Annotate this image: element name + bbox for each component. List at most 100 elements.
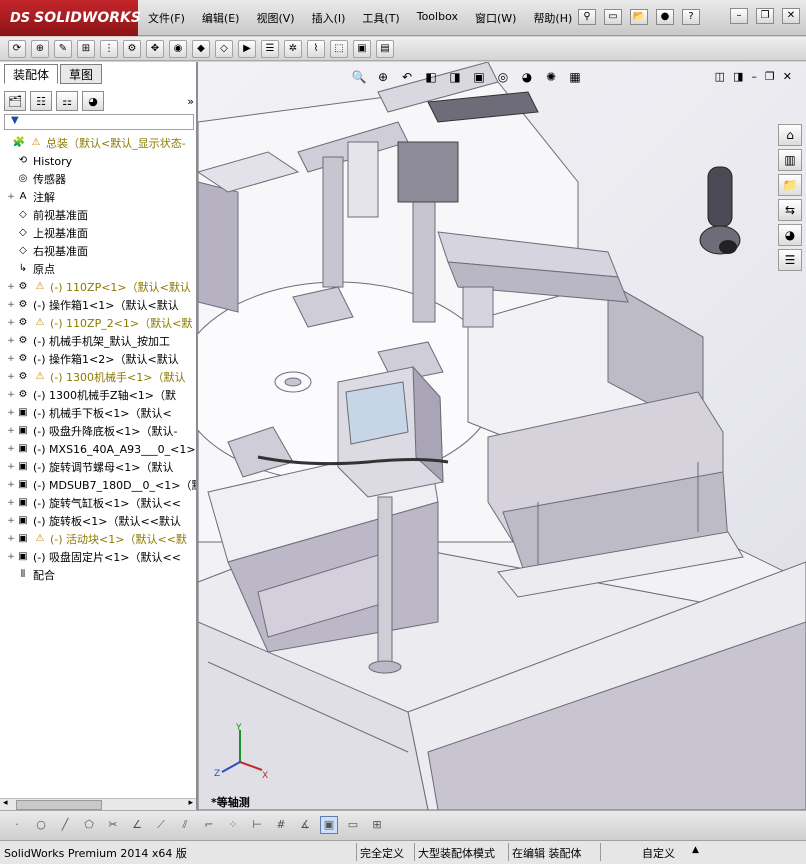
tree-item[interactable]: + ⚙ ⚠ (-) 110ZP<1> （默认<默认 <box>6 278 191 296</box>
tree-item[interactable]: ◇ 上视基准面 <box>6 224 88 242</box>
graphics-area[interactable]: 🔍 ⊕ ↶ ◧ ◨ ▣ ◎ ◕ ✺ ▦ ◫ ◨ – ❐ ✕ Y X Z *等轴测 <box>198 62 806 810</box>
speedpak-icon[interactable]: ▣ <box>353 39 371 58</box>
circle-icon[interactable]: ○ <box>32 816 50 834</box>
fillet-icon[interactable]: ⌐ <box>200 816 218 834</box>
viewport-split-2-icon[interactable]: ◨ <box>733 70 743 83</box>
view-settings-icon[interactable]: ▦ <box>566 68 584 86</box>
expand-toggle-icon[interactable]: + <box>6 516 16 526</box>
smart-fasteners-icon[interactable]: ⚙ <box>123 39 141 58</box>
expand-toggle-icon[interactable]: + <box>6 426 16 436</box>
tree-item[interactable]: ⫴ 配合 <box>6 566 55 584</box>
tree-item[interactable]: + ⚙ (-) 机械手机架_默认_按加工 <box>6 332 170 350</box>
tree-item[interactable]: + ▣ (-) 机械手下板<1> （默认< <box>6 404 171 422</box>
tree-item[interactable]: ◇ 前视基准面 <box>6 206 88 224</box>
view-palette-icon[interactable]: ⇆ <box>778 199 802 221</box>
mirror-icon[interactable]: ⫽ <box>176 816 194 834</box>
tree-item[interactable]: 🧩 ⚠ 总装 （默认<默认_显示状态- <box>2 134 186 152</box>
tab-assembly[interactable]: 装配体 <box>4 64 59 84</box>
expand-toggle-icon[interactable]: + <box>6 318 16 328</box>
shaded-view-icon[interactable]: ▭ <box>344 816 362 834</box>
expand-toggle-icon[interactable]: + <box>6 480 16 490</box>
edit-appearance-icon[interactable]: ◕ <box>518 68 536 86</box>
tree-item[interactable]: + ▣ (-) 吸盘升降底板<1> （默认- <box>6 422 177 440</box>
expand-toggle-icon[interactable]: + <box>6 462 16 472</box>
hide-show-items-icon[interactable]: ◎ <box>494 68 512 86</box>
expand-toggle-icon[interactable]: + <box>6 192 16 202</box>
menu-tools[interactable]: 工具(T) <box>360 9 401 27</box>
tree-item[interactable]: + ▣ (-) 旋转调节螺母<1> （默认 <box>6 458 173 476</box>
configuration-manager-icon[interactable]: ⚏ <box>56 91 78 111</box>
expand-toggle-icon[interactable]: + <box>6 282 16 292</box>
units-up-icon[interactable]: ▲ <box>692 845 699 855</box>
tree-item[interactable]: + ⚙ (-) 操作箱1<1> （默认<默认 <box>6 296 178 314</box>
sketch-pattern-icon[interactable]: ⁘ <box>224 816 242 834</box>
expand-toggle-icon[interactable]: + <box>6 534 16 544</box>
3d-view-icon[interactable]: ▣ <box>320 815 338 834</box>
menu-help[interactable]: 帮助(H) <box>531 9 574 27</box>
component-pattern-icon[interactable]: ⋮ <box>100 39 118 58</box>
scroll-left-icon[interactable]: ◂ <box>3 798 8 808</box>
close-icon[interactable]: ✕ <box>782 8 800 24</box>
tree-item[interactable]: + ⚙ ⚠ (-) 110ZP_2<1> （默认<默 <box>6 314 192 332</box>
grid-icon[interactable]: # <box>272 816 290 834</box>
mate-icon[interactable]: ⊞ <box>77 39 95 58</box>
expand-toggle-icon[interactable]: + <box>6 372 16 382</box>
tab-sketch[interactable]: 草图 <box>60 64 103 84</box>
reference-geometry-icon[interactable]: ◇ <box>215 39 233 58</box>
tree-horizontal-scrollbar[interactable]: ◂ ▸ <box>0 798 196 810</box>
viewport-minimize-icon[interactable]: – <box>751 70 757 83</box>
tree-item[interactable]: + ⚙ ⚠ (-) 1300机械手<1> （默认 <box>6 368 185 386</box>
expand-toggle-icon[interactable]: + <box>6 444 16 454</box>
property-manager-icon[interactable]: ☷ <box>30 91 52 111</box>
display-manager-icon[interactable]: ◕ <box>82 91 104 111</box>
expand-toggle-icon[interactable]: + <box>6 390 16 400</box>
menu-edit[interactable]: 编辑(E) <box>200 9 242 27</box>
expand-toggle-icon[interactable]: + <box>6 498 16 508</box>
expand-toggle-icon[interactable]: + <box>6 336 16 346</box>
expand-toggle-icon[interactable]: + <box>6 300 16 310</box>
tree-item[interactable]: + ⚙ (-) 操作箱1<2> （默认<默认 <box>6 350 178 368</box>
file-explorer-icon[interactable]: 📁 <box>778 174 802 196</box>
zoom-to-area-icon[interactable]: ⊕ <box>374 68 392 86</box>
design-library-icon[interactable]: ▥ <box>778 149 802 171</box>
exploded-view-icon[interactable]: ✲ <box>284 39 302 58</box>
display-style-icon[interactable]: ▣ <box>470 68 488 86</box>
open-folder-icon[interactable]: 📂 <box>630 9 648 25</box>
trim-icon[interactable]: ✂ <box>104 816 122 834</box>
menu-file[interactable]: 文件(F) <box>146 9 187 27</box>
expand-panel-icon[interactable]: » <box>187 95 194 108</box>
tree-item[interactable]: ◎ 传感器 <box>6 170 66 188</box>
minimize-icon[interactable]: – <box>730 8 748 24</box>
feature-tree-icon[interactable]: 🗂 <box>4 91 26 111</box>
section-view-icon[interactable]: ◧ <box>422 68 440 86</box>
expand-toggle-icon[interactable]: + <box>6 552 16 562</box>
tree-item[interactable]: + ▣ (-) 吸盘固定片<1> （默认<< <box>6 548 181 566</box>
viewport-split-icon[interactable]: ◫ <box>715 70 725 83</box>
explode-line-icon[interactable]: ⌇ <box>307 39 325 58</box>
polygon-icon[interactable]: ⬠ <box>80 816 98 834</box>
paperclip-icon[interactable]: ✎ <box>54 39 72 58</box>
apply-scene-icon[interactable]: ✺ <box>542 68 560 86</box>
previous-view-icon[interactable]: ↶ <box>398 68 416 86</box>
scrollbar-thumb[interactable] <box>16 800 102 810</box>
new-motion-study-icon[interactable]: ▶ <box>238 39 256 58</box>
pin-icon[interactable]: ⚲ <box>578 9 596 25</box>
viewport-restore-icon[interactable]: ❐ <box>765 70 775 83</box>
move-component-icon[interactable]: ✥ <box>146 39 164 58</box>
bill-of-materials-icon[interactable]: ☰ <box>261 39 279 58</box>
tree-item[interactable]: + ▣ ⚠ (-) 活动块<1> （默认<<默 <box>6 530 187 548</box>
tree-item[interactable]: + ▣ (-) 旋转气缸板<1> （默认<< <box>6 494 181 512</box>
tree-item[interactable]: + ▣ (-) 旋转板<1> （默认<<默认 <box>6 512 181 530</box>
show-hidden-icon[interactable]: ◉ <box>169 39 187 58</box>
home-icon[interactable]: ⌂ <box>778 124 802 146</box>
point-icon[interactable]: · <box>8 816 26 834</box>
menu-insert[interactable]: 插入(I) <box>310 9 348 27</box>
help-icon[interactable]: ? <box>682 9 700 25</box>
expand-toggle-icon[interactable]: + <box>6 408 16 418</box>
viewport-close-icon[interactable]: ✕ <box>783 70 792 83</box>
appearances-icon[interactable]: ◕ <box>778 224 802 246</box>
rebuild-icon[interactable]: ⟳ <box>8 39 26 58</box>
offset-icon[interactable]: ⟋ <box>152 816 170 834</box>
expand-toggle-icon[interactable]: + <box>6 354 16 364</box>
angle-icon[interactable]: ∡ <box>296 816 314 834</box>
